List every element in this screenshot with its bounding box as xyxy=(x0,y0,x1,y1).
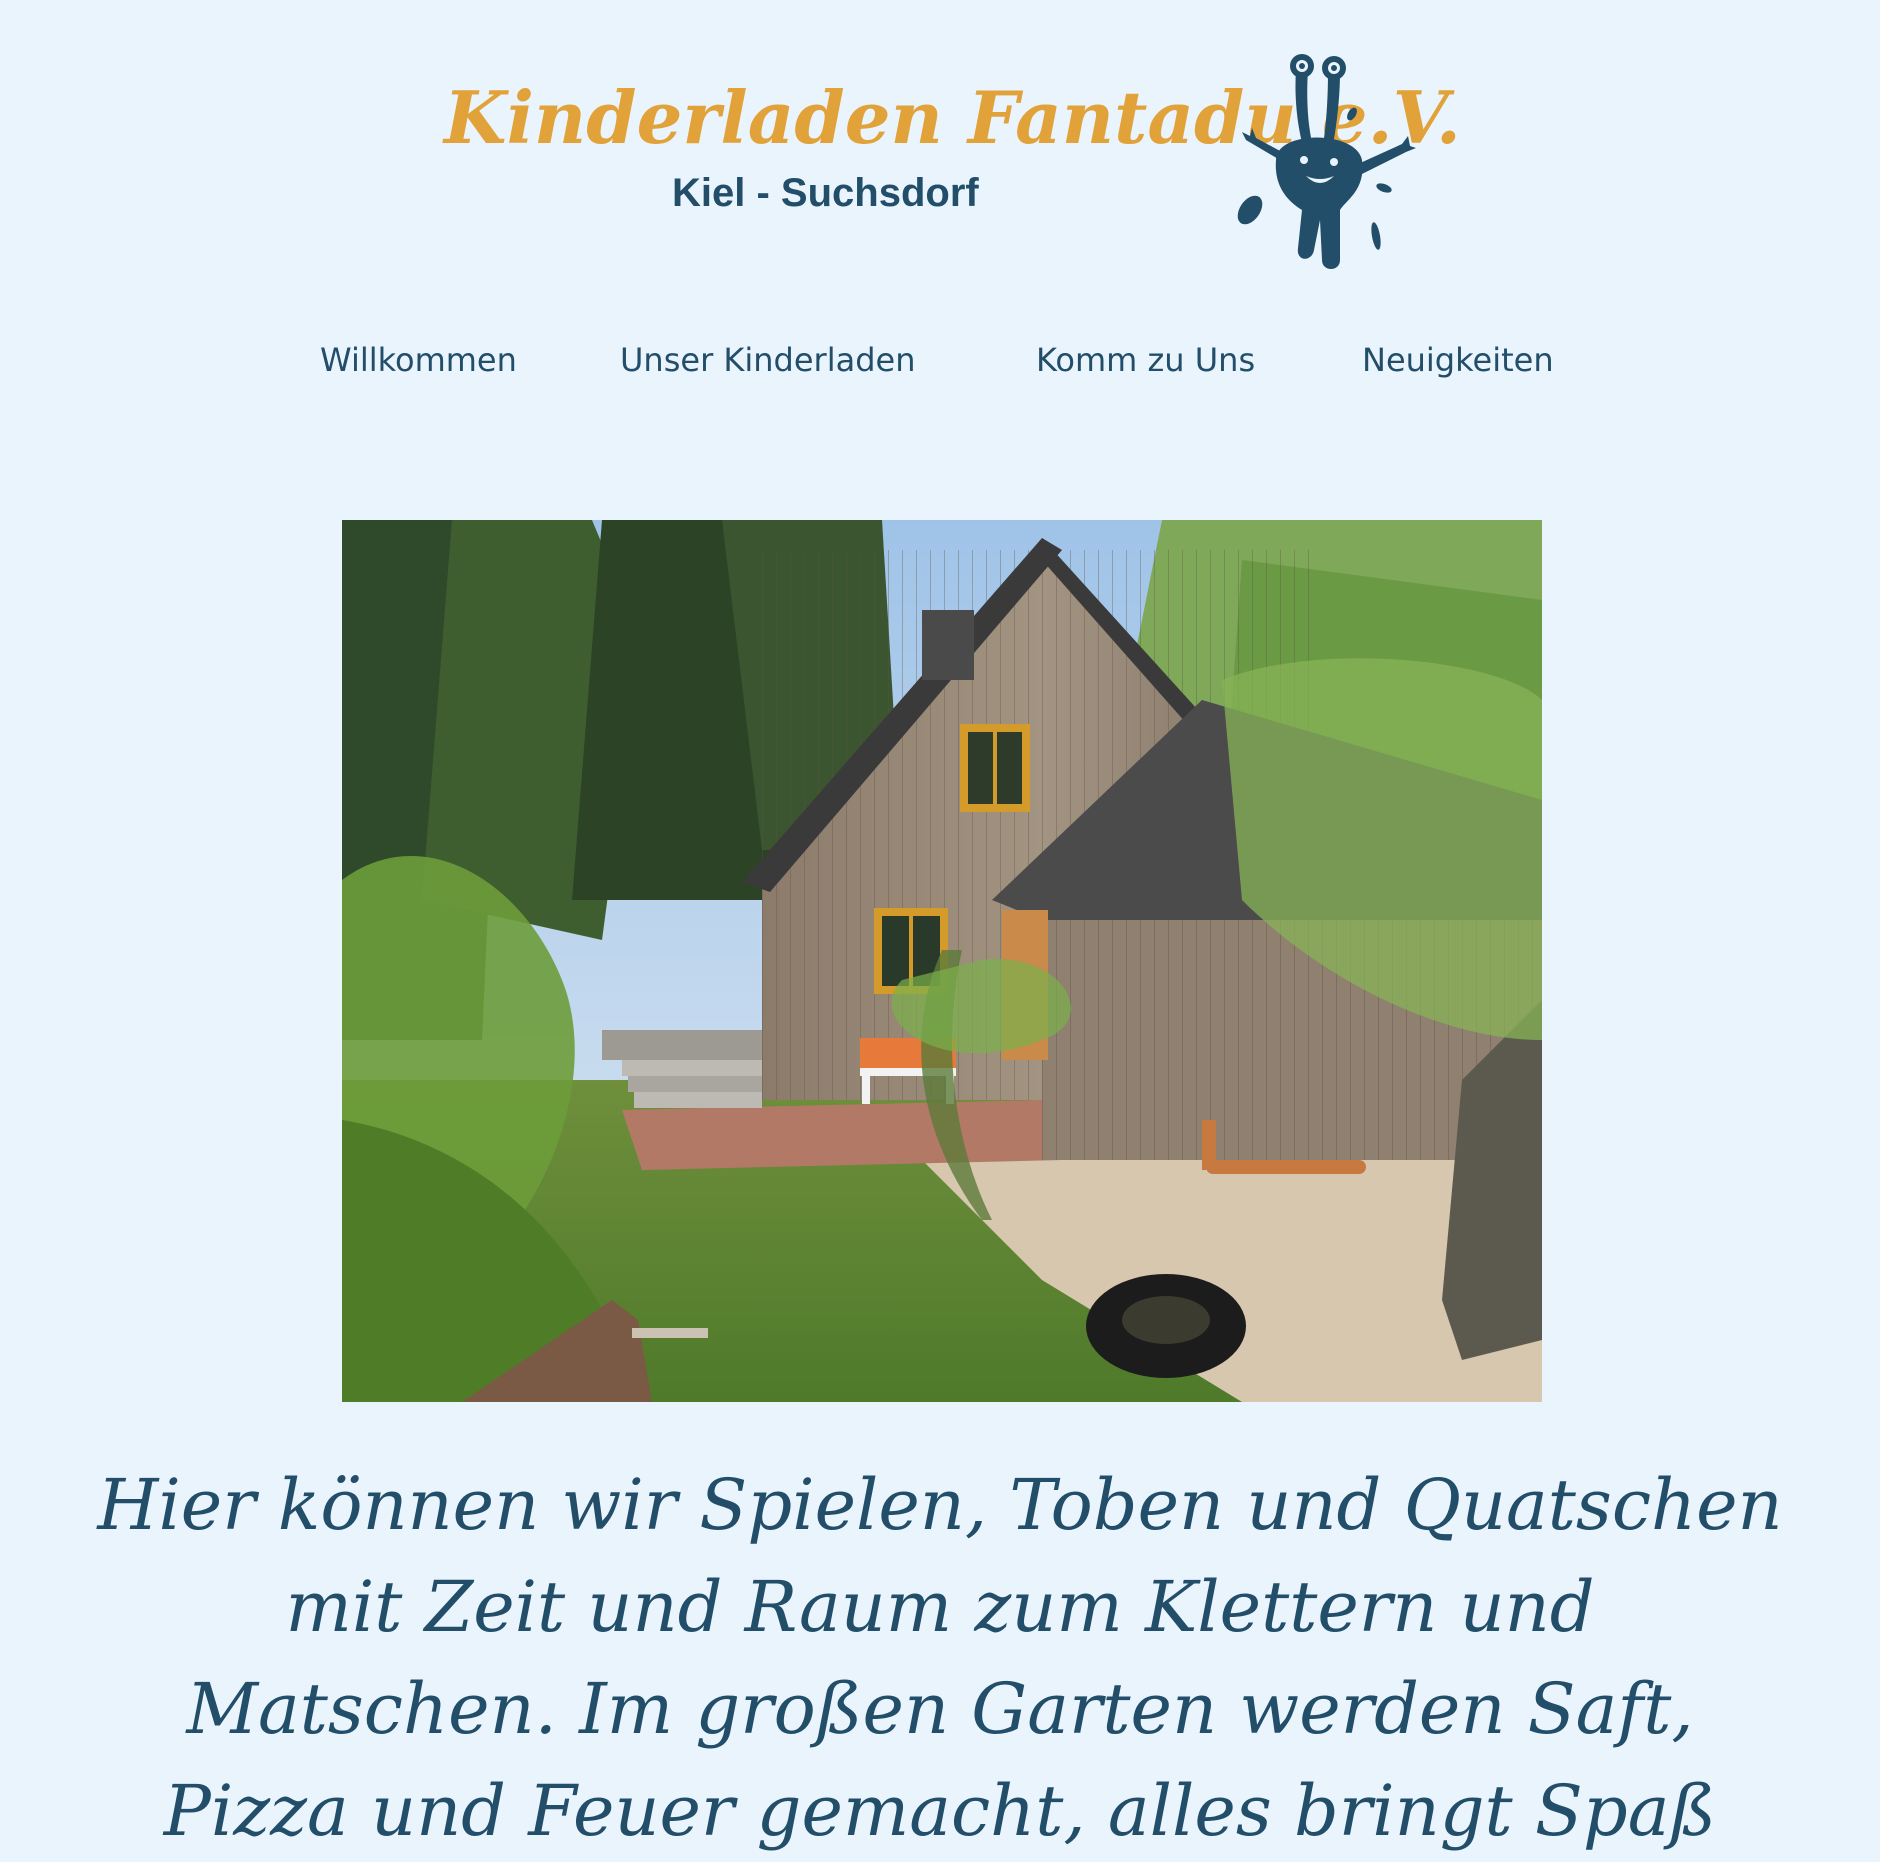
logo-subtitle: Kiel - Suchsdorf xyxy=(672,171,979,215)
hero-image xyxy=(342,520,1542,1402)
nav-item-willkommen[interactable]: Willkommen xyxy=(320,330,517,390)
nav-item-komm-zu-uns[interactable]: Komm zu Uns xyxy=(1036,330,1255,390)
nav-item-unser-kinderladen[interactable]: Unser Kinderladen xyxy=(620,330,915,390)
house-garden-photo xyxy=(342,520,1542,1402)
site-header: Kinderladen Fantadu e.V. Kiel - Suchsdor… xyxy=(0,0,1880,300)
nav-item-neuigkeiten[interactable]: Neuigkeiten xyxy=(1362,330,1554,390)
main-nav: Willkommen Unser Kinderladen Komm zu Uns… xyxy=(0,330,1880,390)
mascot-icon xyxy=(1237,54,1416,269)
welcome-tagline: Hier können wir Spielen, Toben und Quats… xyxy=(97,1464,1783,1852)
logo-title[interactable]: Kinderladen Fantadu e.V. xyxy=(444,70,1461,166)
